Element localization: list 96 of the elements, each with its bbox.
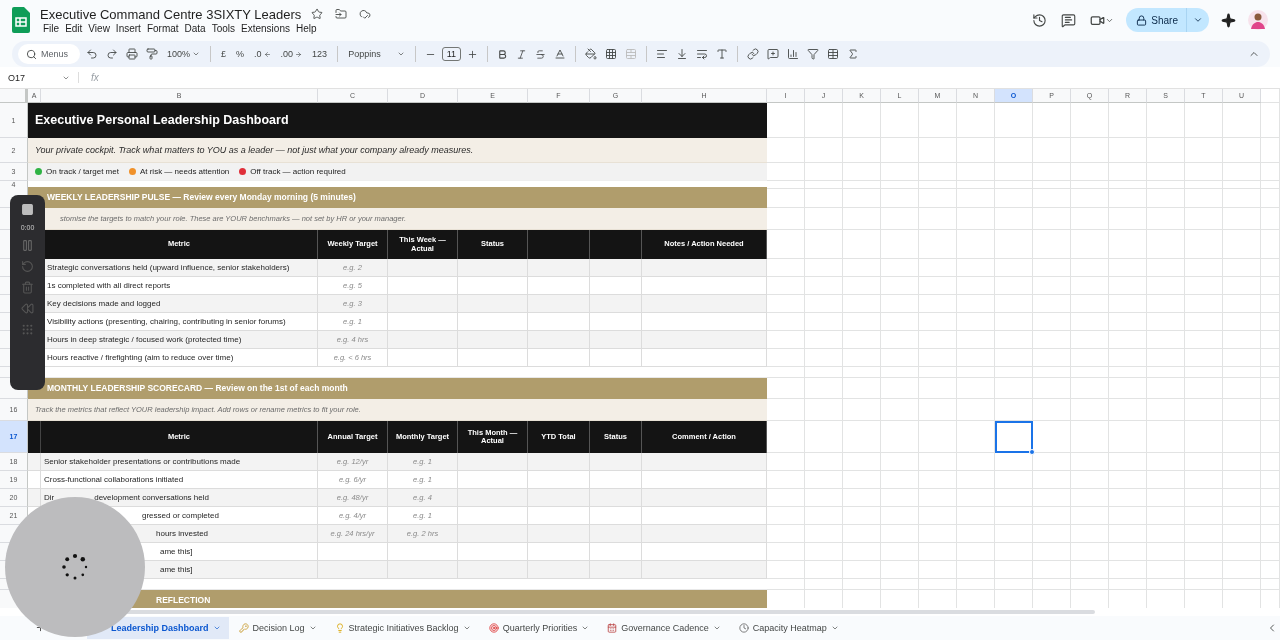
undo-icon[interactable] (84, 46, 100, 62)
paint-format-icon[interactable] (144, 46, 160, 62)
metric-label: Hours in deep strategic / focused work (protected time) (47, 335, 242, 344)
fx-label: fx (78, 72, 99, 83)
document-title[interactable]: Executive Command Centre 3SIXTY Leaders (40, 6, 302, 22)
trash-icon[interactable] (21, 281, 34, 294)
metric-label: hours invested (156, 529, 209, 538)
caret-icon (192, 50, 201, 58)
metric-label: development conversations held (94, 493, 209, 502)
section-heading: REFLECTION (156, 595, 211, 605)
link-icon[interactable] (745, 46, 761, 62)
caret-icon (712, 624, 721, 632)
menu-item[interactable]: Help (292, 23, 320, 34)
redo-icon[interactable] (104, 46, 120, 62)
header-cell (528, 230, 590, 259)
selected-cell[interactable] (995, 421, 1033, 453)
caret-icon[interactable] (1193, 15, 1203, 25)
percent-button[interactable]: % (233, 49, 248, 59)
chart-icon[interactable] (785, 46, 801, 62)
legend-label: On track / target met (46, 167, 119, 176)
caret-icon (462, 624, 471, 632)
caret-icon (212, 624, 221, 632)
sheet-tab[interactable]: Capacity Heatmap (730, 617, 847, 639)
menu-item[interactable]: Data (181, 23, 209, 34)
zoom-select[interactable]: 100% (164, 49, 204, 59)
table-icon[interactable] (825, 46, 841, 62)
sheets-logo[interactable] (12, 7, 30, 33)
metric-label: ame this] (160, 547, 193, 556)
menu-item[interactable]: Extensions (238, 23, 293, 34)
menu-item[interactable]: Insert (112, 23, 144, 34)
metric-label: 1s completed with all direct reports (47, 281, 171, 290)
menu-item[interactable]: File (40, 23, 63, 34)
caret-icon (308, 624, 317, 632)
header-cell (590, 230, 642, 259)
metric-label: Senior stakeholder presentations or contributions made (44, 457, 241, 466)
borders-icon[interactable] (603, 46, 619, 62)
metric-label: Strategic conversations held (upward influence, senior stakeholders) (47, 263, 290, 272)
menu-search-field[interactable]: Menus (18, 44, 80, 64)
calendar-icon (607, 623, 618, 633)
print-icon[interactable] (124, 46, 140, 62)
pause-icon[interactable] (21, 239, 34, 252)
metric-label: gressed or completed (142, 511, 219, 520)
add-comment-icon[interactable] (765, 46, 781, 62)
fill-color-icon[interactable] (583, 46, 599, 62)
sheet-tab[interactable]: Strategic Initiatives Backlog (326, 617, 479, 639)
header-cell (28, 421, 41, 453)
spinner-icon (60, 552, 90, 582)
section-heading: MONTHLY LEADERSHIP SCORECARD — Review on the 1st of each month (47, 383, 348, 393)
caret-icon (830, 624, 839, 632)
legend-label: Off track — action required (250, 167, 346, 176)
select-all-corner[interactable] (0, 89, 28, 103)
section-heading: WEEKLY LEADERSHIP PULSE — Review every Monday morning (5 minutes) (47, 192, 356, 202)
metric-label: Dir (44, 493, 55, 502)
font-select[interactable]: Poppins (345, 49, 408, 59)
dashboard-title: Executive Personal Leadership Dashboard (28, 103, 767, 138)
share-button[interactable]: Share (1126, 8, 1209, 32)
metric-label: Visibility actions (presenting, chairing, contributing in senior forums) (47, 317, 286, 326)
filter-icon[interactable] (805, 46, 821, 62)
decrease-decimal-button[interactable]: .0 (251, 49, 274, 59)
metric-label: Key decisions made and logged (47, 299, 161, 308)
sheet-tab[interactable]: Quarterly Priorities (480, 617, 598, 639)
lock-icon (1136, 14, 1148, 26)
rewind-icon[interactable] (21, 302, 34, 315)
menu-item[interactable]: Tools (208, 23, 239, 34)
search-icon (26, 48, 37, 60)
text-rotation-icon[interactable] (714, 46, 730, 62)
key-icon (238, 623, 249, 633)
font-size-field[interactable]: 11 (441, 47, 461, 61)
column-letter[interactable] (1261, 89, 1280, 103)
increase-decimal-button[interactable]: .00 (277, 49, 306, 59)
currency-button[interactable]: £ (218, 49, 230, 59)
caret-icon (396, 50, 405, 58)
sheet-tab[interactable]: Governance Cadence (599, 617, 729, 639)
target-icon (488, 623, 499, 633)
lightbulb-icon (334, 623, 345, 633)
number-format-button[interactable]: 123 (309, 49, 331, 59)
arrow-icon (295, 50, 303, 58)
clock-icon (738, 623, 749, 633)
grip-icon[interactable] (21, 323, 34, 336)
metric-label: Hours reactive / firefighting (aim to reduce over time) (47, 353, 234, 362)
menu-item[interactable]: Edit (62, 23, 86, 34)
sheet-tab[interactable]: Decision Log (230, 617, 325, 639)
arrow-icon (263, 50, 271, 58)
subtitle-text: Your private cockpit. Track what matters to YOU as a leader — not just what your company already measures. (28, 138, 767, 163)
folder-icon[interactable] (333, 6, 350, 22)
legend-label: At risk — needs attention (139, 167, 230, 176)
stop-icon[interactable] (21, 203, 34, 216)
menu-item[interactable]: View (85, 23, 113, 34)
menu-item[interactable]: Format (143, 23, 182, 34)
name-box[interactable]: O17 (8, 72, 54, 83)
star-icon[interactable] (309, 6, 326, 22)
avatar[interactable] (1248, 10, 1268, 30)
metric-label: Cross-functional collaborations initiated (44, 475, 184, 484)
caret-icon (581, 624, 590, 632)
restart-icon[interactable] (21, 260, 34, 273)
metric-label: ame this] (160, 565, 193, 574)
